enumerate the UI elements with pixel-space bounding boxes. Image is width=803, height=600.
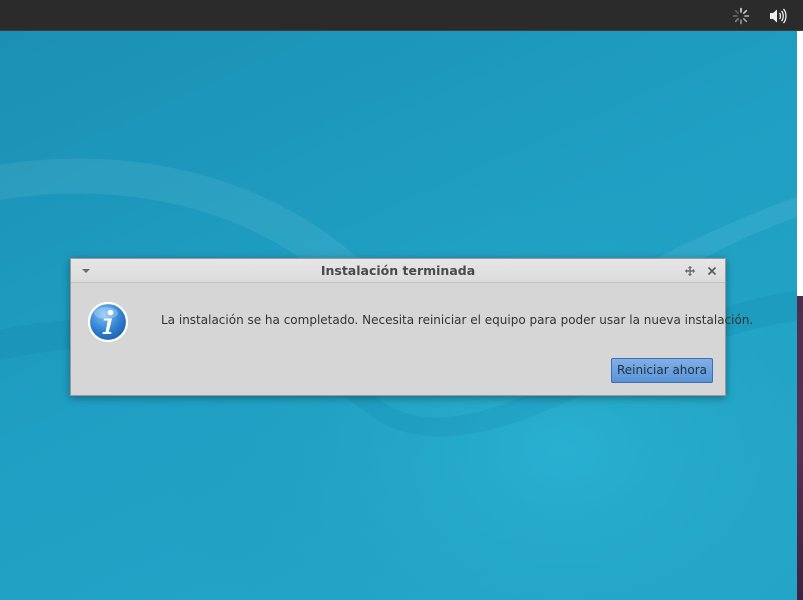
background-window-edge bbox=[797, 31, 803, 296]
top-panel bbox=[0, 0, 803, 31]
dialog-titlebar[interactable]: Instalación terminada bbox=[71, 259, 725, 283]
installation-complete-dialog: Instalación terminada La instalación se … bbox=[70, 258, 754, 396]
info-icon bbox=[87, 301, 129, 343]
close-icon[interactable] bbox=[704, 263, 720, 279]
dialog-title: Instalación terminada bbox=[320, 263, 476, 278]
volume-icon[interactable] bbox=[768, 6, 788, 26]
window-menu-icon[interactable] bbox=[78, 263, 94, 279]
network-busy-spinner-icon[interactable] bbox=[731, 6, 751, 26]
restart-now-button[interactable]: Reiniciar ahora bbox=[611, 358, 713, 383]
pin-icon[interactable] bbox=[682, 263, 698, 279]
dialog-message: La instalación se ha completado. Necesit… bbox=[161, 313, 754, 327]
desktop: Instalación terminada La instalación se … bbox=[0, 0, 803, 600]
background-window-edge-dark bbox=[797, 296, 803, 600]
